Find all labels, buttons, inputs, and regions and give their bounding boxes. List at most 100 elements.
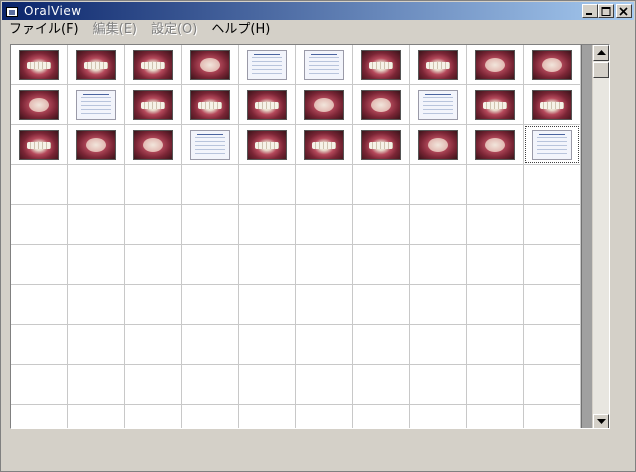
- grid-cell[interactable]: [410, 165, 467, 205]
- grid-cell[interactable]: [182, 285, 239, 325]
- grid-cell[interactable]: [524, 285, 581, 325]
- grid-cell[interactable]: [125, 405, 182, 428]
- oral-photo-thumbnail[interactable]: [475, 90, 515, 120]
- grid-cell[interactable]: [239, 285, 296, 325]
- grid-cell[interactable]: [524, 85, 581, 125]
- grid-cell[interactable]: [353, 245, 410, 285]
- grid-cell[interactable]: [239, 45, 296, 85]
- grid-cell[interactable]: [296, 285, 353, 325]
- grid-cell[interactable]: [11, 85, 68, 125]
- grid-cell[interactable]: [296, 45, 353, 85]
- grid-cell[interactable]: [68, 165, 125, 205]
- grid-cell[interactable]: [467, 205, 524, 245]
- chart-thumbnail[interactable]: [532, 130, 572, 160]
- title-bar[interactable]: OralView: [2, 2, 634, 20]
- grid-cell[interactable]: [125, 165, 182, 205]
- chart-thumbnail[interactable]: [304, 50, 344, 80]
- app-window-icon[interactable]: [5, 4, 19, 18]
- grid-cell[interactable]: [125, 365, 182, 405]
- grid-cell[interactable]: [296, 245, 353, 285]
- oral-photo-thumbnail[interactable]: [418, 50, 458, 80]
- grid-cell[interactable]: [11, 245, 68, 285]
- grid-cell[interactable]: [239, 85, 296, 125]
- grid-cell[interactable]: [296, 365, 353, 405]
- grid-cell[interactable]: [524, 365, 581, 405]
- grid-cell[interactable]: [467, 405, 524, 428]
- grid-cell[interactable]: [11, 285, 68, 325]
- grid-cell[interactable]: [353, 325, 410, 365]
- grid-cell[interactable]: [182, 245, 239, 285]
- grid-cell[interactable]: [524, 245, 581, 285]
- oral-photo-thumbnail[interactable]: [475, 50, 515, 80]
- oral-photo-thumbnail[interactable]: [361, 90, 401, 120]
- grid-cell[interactable]: [68, 285, 125, 325]
- grid-cell[interactable]: [353, 405, 410, 428]
- grid-cell[interactable]: [125, 45, 182, 85]
- grid-cell[interactable]: [353, 45, 410, 85]
- grid-cell[interactable]: [182, 365, 239, 405]
- grid-cell[interactable]: [182, 205, 239, 245]
- grid-cell[interactable]: [524, 405, 581, 428]
- grid-cell[interactable]: [68, 125, 125, 165]
- grid-cell[interactable]: [68, 45, 125, 85]
- grid-cell[interactable]: [467, 165, 524, 205]
- grid-cell[interactable]: [182, 45, 239, 85]
- oral-photo-thumbnail[interactable]: [304, 130, 344, 160]
- menu-help[interactable]: ヘルプ(H): [204, 20, 277, 39]
- grid-cell[interactable]: [410, 85, 467, 125]
- menu-settings[interactable]: 設定(O): [144, 20, 204, 39]
- grid-cell[interactable]: [353, 205, 410, 245]
- grid-cell[interactable]: [125, 125, 182, 165]
- grid-cell[interactable]: [11, 45, 68, 85]
- grid-cell[interactable]: [410, 45, 467, 85]
- chart-thumbnail[interactable]: [190, 130, 230, 160]
- close-button[interactable]: [616, 4, 632, 18]
- grid-cell[interactable]: [68, 325, 125, 365]
- chart-thumbnail[interactable]: [418, 90, 458, 120]
- grid-cell[interactable]: [11, 365, 68, 405]
- scroll-up-button[interactable]: [593, 45, 609, 61]
- grid-cell[interactable]: [125, 285, 182, 325]
- grid-cell[interactable]: [182, 325, 239, 365]
- grid-cell[interactable]: [239, 325, 296, 365]
- grid-cell[interactable]: [467, 325, 524, 365]
- grid-cell[interactable]: [125, 325, 182, 365]
- grid-cell[interactable]: [68, 405, 125, 428]
- grid-cell[interactable]: [353, 365, 410, 405]
- grid-cell[interactable]: [524, 45, 581, 85]
- grid-cell[interactable]: [11, 325, 68, 365]
- grid-cell[interactable]: [524, 165, 581, 205]
- vertical-scrollbar[interactable]: [592, 45, 609, 428]
- grid-cell[interactable]: [296, 325, 353, 365]
- grid-cell[interactable]: [125, 245, 182, 285]
- grid-cell[interactable]: [410, 245, 467, 285]
- grid-cell[interactable]: [296, 405, 353, 428]
- minimize-button[interactable]: [582, 4, 598, 18]
- grid-cell[interactable]: [296, 165, 353, 205]
- oral-photo-thumbnail[interactable]: [133, 90, 173, 120]
- grid-cell[interactable]: [239, 125, 296, 165]
- grid-cell[interactable]: [11, 125, 68, 165]
- oral-photo-thumbnail[interactable]: [532, 90, 572, 120]
- grid-cell[interactable]: [296, 205, 353, 245]
- grid-cell[interactable]: [467, 45, 524, 85]
- oral-photo-thumbnail[interactable]: [532, 50, 572, 80]
- scroll-down-button[interactable]: [593, 414, 609, 428]
- grid-cell[interactable]: [182, 85, 239, 125]
- grid-cell[interactable]: [68, 365, 125, 405]
- oral-photo-thumbnail[interactable]: [361, 130, 401, 160]
- grid-cell[interactable]: [410, 285, 467, 325]
- chart-thumbnail[interactable]: [76, 90, 116, 120]
- grid-cell[interactable]: [182, 125, 239, 165]
- grid-cell[interactable]: [68, 205, 125, 245]
- grid-cell[interactable]: [125, 205, 182, 245]
- grid-cell[interactable]: [353, 125, 410, 165]
- grid-cell[interactable]: [239, 245, 296, 285]
- grid-cell[interactable]: [524, 125, 581, 165]
- oral-photo-thumbnail[interactable]: [475, 130, 515, 160]
- oral-photo-thumbnail[interactable]: [304, 90, 344, 120]
- grid-cell[interactable]: [239, 405, 296, 428]
- grid-cell[interactable]: [410, 325, 467, 365]
- oral-photo-thumbnail[interactable]: [19, 90, 59, 120]
- grid-cell[interactable]: [410, 125, 467, 165]
